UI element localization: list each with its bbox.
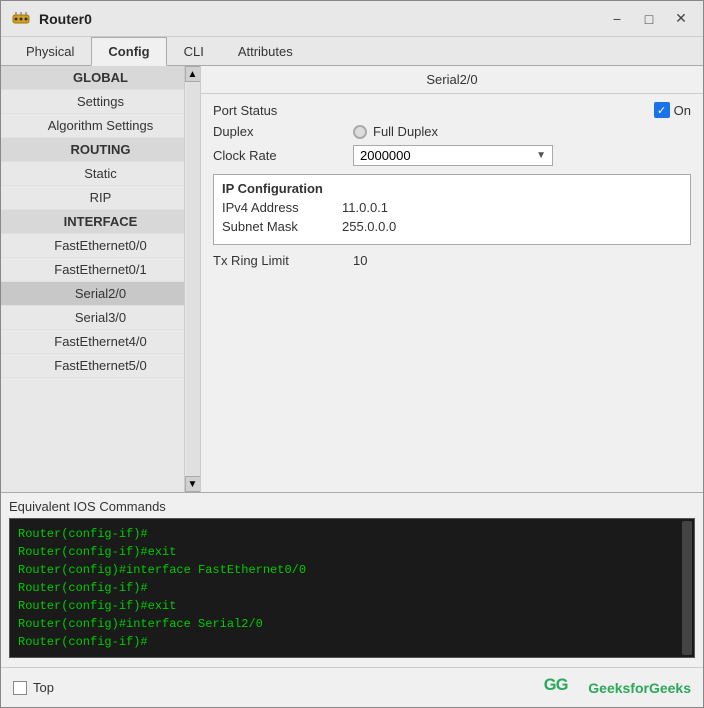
sidebar-item-fastethernet50[interactable]: FastEthernet5/0: [1, 354, 200, 378]
duplex-label: Duplex: [213, 124, 353, 139]
sidebar-item-fastethernet40[interactable]: FastEthernet4/0: [1, 330, 200, 354]
terminal-line-4: Router(config-if)#exit: [18, 597, 686, 615]
footer-left: Top: [13, 680, 54, 695]
duplex-option: Full Duplex: [353, 124, 438, 139]
sidebar-item-fastethernet01[interactable]: FastEthernet0/1: [1, 258, 200, 282]
sidebar-item-serial30[interactable]: Serial3/0: [1, 306, 200, 330]
top-checkbox[interactable]: [13, 681, 27, 695]
main-content: GLOBAL Settings Algorithm Settings ROUTI…: [1, 66, 703, 667]
tx-row: Tx Ring Limit 10: [213, 253, 691, 268]
tab-cli[interactable]: CLI: [167, 37, 221, 66]
port-status-checkbox[interactable]: ✓: [654, 102, 670, 118]
tx-label: Tx Ring Limit: [213, 253, 353, 268]
bottom-section: Equivalent IOS Commands Router(config-if…: [1, 492, 703, 667]
ipv4-value: 11.0.0.1: [342, 200, 682, 215]
duplex-row: Duplex Full Duplex: [213, 124, 691, 139]
on-label: On: [674, 103, 691, 118]
titlebar-left: Router0: [11, 9, 92, 29]
tx-value: 10: [353, 253, 367, 268]
terminal-scrollbar[interactable]: [682, 521, 692, 655]
sidebar-routing-header: ROUTING: [1, 138, 200, 162]
sidebar-item-algorithm-settings[interactable]: Algorithm Settings: [1, 114, 200, 138]
tab-physical[interactable]: Physical: [9, 37, 91, 66]
footer: Top ᴳᴳ GeeksforGeeks: [1, 667, 703, 707]
port-status-row: Port Status ✓ On: [213, 102, 691, 118]
clock-rate-row: Clock Rate 2000000 ▼: [213, 145, 691, 166]
minimize-button[interactable]: −: [605, 7, 629, 31]
geeks-text: GeeksforGeeks: [588, 680, 691, 696]
panel-title: Serial2/0: [201, 66, 703, 94]
scroll-track: [186, 82, 200, 476]
terminal-line-5: Router(config)#interface Serial2/0: [18, 615, 686, 633]
subnet-row: Subnet Mask 255.0.0.0: [222, 219, 682, 234]
ipv4-label: IPv4 Address: [222, 200, 342, 215]
geeks-logo: ᴳᴳ GeeksforGeeks: [544, 674, 691, 702]
tab-config[interactable]: Config: [91, 37, 166, 66]
split-pane: GLOBAL Settings Algorithm Settings ROUTI…: [1, 66, 703, 492]
terminal-box[interactable]: Router(config-if)# Router(config-if)#exi…: [9, 518, 695, 658]
port-status-label: Port Status: [213, 103, 277, 118]
terminal-line-3: Router(config-if)#: [18, 579, 686, 597]
sidebar: GLOBAL Settings Algorithm Settings ROUTI…: [1, 66, 201, 492]
sidebar-item-fastethernet00[interactable]: FastEthernet0/0: [1, 234, 200, 258]
subnet-value: 255.0.0.0: [342, 219, 682, 234]
scroll-down-arrow[interactable]: ▼: [185, 476, 201, 492]
content-panel: Serial2/0 Port Status ✓ On Duplex: [201, 66, 703, 492]
top-label: Top: [33, 680, 54, 695]
geeks-icon: ᴳᴳ: [544, 674, 584, 702]
tab-attributes[interactable]: Attributes: [221, 37, 310, 66]
close-button[interactable]: ✕: [669, 7, 693, 31]
app-icon: [11, 9, 31, 29]
ip-config-title: IP Configuration: [222, 181, 682, 196]
titlebar-controls: − □ ✕: [605, 7, 693, 31]
sidebar-global-header: GLOBAL: [1, 66, 200, 90]
full-duplex-label: Full Duplex: [373, 124, 438, 139]
sidebar-item-rip[interactable]: RIP: [1, 186, 200, 210]
tab-bar: Physical Config CLI Attributes: [1, 37, 703, 66]
subnet-label: Subnet Mask: [222, 219, 342, 234]
titlebar: Router0 − □ ✕: [1, 1, 703, 37]
dropdown-arrow-icon: ▼: [536, 150, 546, 161]
clock-rate-label: Clock Rate: [213, 148, 353, 163]
clock-rate-dropdown[interactable]: 2000000 ▼: [353, 145, 553, 166]
sidebar-interface-header: INTERFACE: [1, 210, 200, 234]
port-status-control: ✓ On: [654, 102, 691, 118]
terminal-line-1: Router(config-if)#exit: [18, 543, 686, 561]
terminal-title: Equivalent IOS Commands: [9, 499, 695, 514]
clock-rate-value: 2000000: [360, 148, 536, 163]
terminal-line-2: Router(config)#interface FastEthernet0/0: [18, 561, 686, 579]
main-window: Router0 − □ ✕ Physical Config CLI Attrib…: [0, 0, 704, 708]
scroll-up-arrow[interactable]: ▲: [185, 66, 201, 82]
sidebar-item-serial20[interactable]: Serial2/0: [1, 282, 200, 306]
ip-config-box: IP Configuration IPv4 Address 11.0.0.1 S…: [213, 174, 691, 245]
window-title: Router0: [39, 11, 92, 27]
maximize-button[interactable]: □: [637, 7, 661, 31]
panel-body: Port Status ✓ On Duplex Full Duplex: [201, 94, 703, 492]
duplex-radio[interactable]: [353, 125, 367, 139]
svg-text:ᴳᴳ: ᴳᴳ: [544, 675, 568, 702]
sidebar-item-settings[interactable]: Settings: [1, 90, 200, 114]
sidebar-scrollbar: ▲ ▼: [184, 66, 200, 492]
ipv4-row: IPv4 Address 11.0.0.1: [222, 200, 682, 215]
sidebar-scroll: GLOBAL Settings Algorithm Settings ROUTI…: [1, 66, 200, 492]
sidebar-item-static[interactable]: Static: [1, 162, 200, 186]
terminal-line-6: Router(config-if)#: [18, 633, 686, 651]
terminal-line-0: Router(config-if)#: [18, 525, 686, 543]
